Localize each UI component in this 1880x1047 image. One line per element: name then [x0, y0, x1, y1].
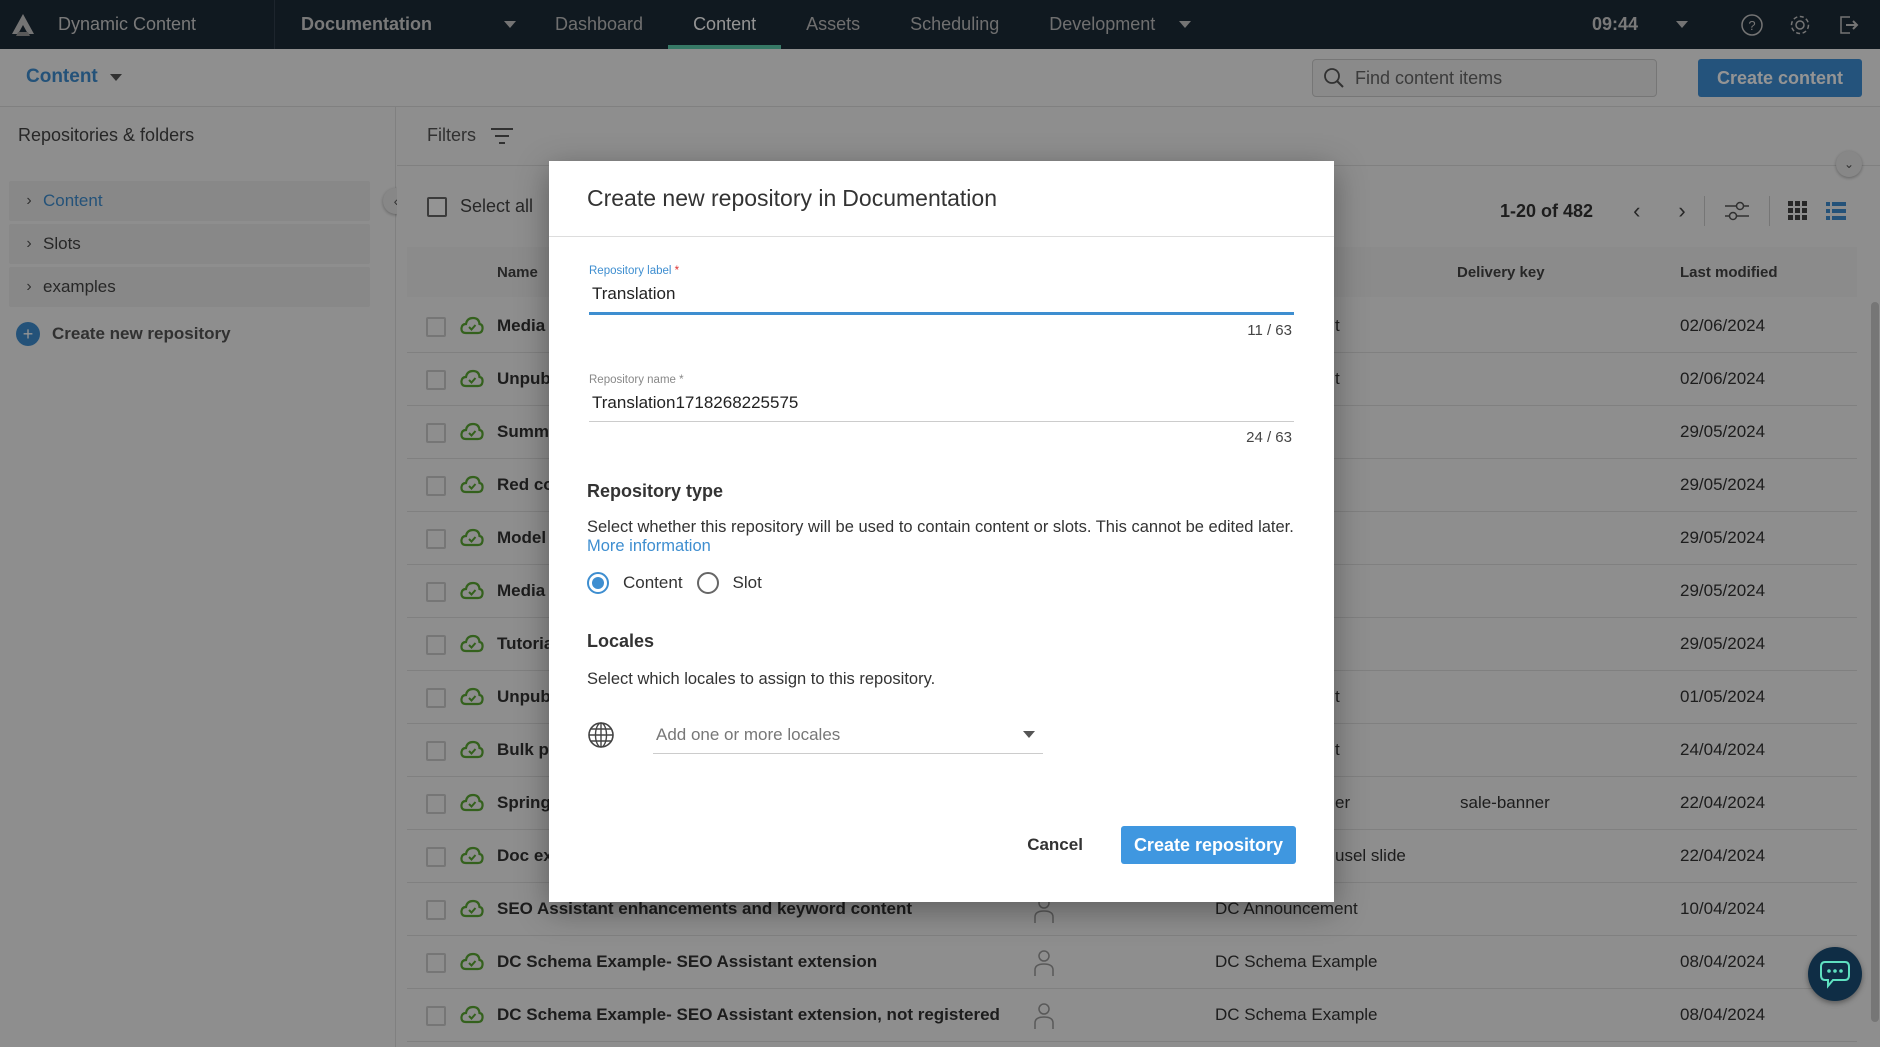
radio-content[interactable] [587, 572, 609, 594]
locales-placeholder: Add one or more locales [656, 724, 841, 744]
locales-description: Select which locales to assign to this r… [587, 670, 936, 688]
chat-icon [1820, 961, 1850, 989]
chat-button[interactable] [1808, 947, 1862, 1001]
character-count: 24 / 63 [1246, 429, 1292, 446]
repository-type-description: Select whether this repository will be u… [587, 518, 1294, 555]
chevron-down-icon [1023, 731, 1035, 738]
dialog-title: Create new repository in Documentation [549, 161, 1334, 237]
repository-name-field[interactable]: Repository name * Translation17182682255… [589, 374, 1294, 446]
globe-icon [588, 722, 614, 748]
create-repository-button[interactable]: Create repository [1120, 826, 1296, 864]
repository-name-input[interactable]: Translation1718268225575 [589, 393, 1294, 417]
dialog-title-hub: Documentation [842, 185, 997, 211]
create-repository-dialog: Create new repository in Documentation R… [549, 161, 1334, 902]
repository-label-field[interactable]: Repository label * Translation 11 / 63 [589, 265, 1294, 339]
radio-content-label[interactable]: Content [623, 573, 683, 593]
locales-select[interactable]: Add one or more locales [653, 716, 1043, 754]
repository-type-heading: Repository type [587, 481, 724, 501]
dialog-actions: Cancel Create repository [1027, 826, 1296, 864]
locales-heading: Locales [587, 631, 655, 651]
field-underline [589, 312, 1294, 315]
radio-slot-label[interactable]: Slot [733, 573, 762, 593]
radio-slot[interactable] [696, 572, 719, 594]
repository-label-input[interactable]: Translation [589, 284, 1294, 308]
field-label: Repository label * [589, 265, 680, 277]
dialog-title-prefix: Create new repository in [587, 185, 837, 211]
field-label: Repository name * [589, 374, 684, 386]
locales-row: Add one or more locales [587, 716, 1043, 754]
more-information-link[interactable]: More information [587, 537, 711, 555]
field-underline [589, 421, 1294, 422]
repository-type-radio-group: Content Slot [587, 572, 762, 594]
character-count: 11 / 63 [1247, 322, 1292, 339]
cancel-button[interactable]: Cancel [1027, 835, 1083, 855]
